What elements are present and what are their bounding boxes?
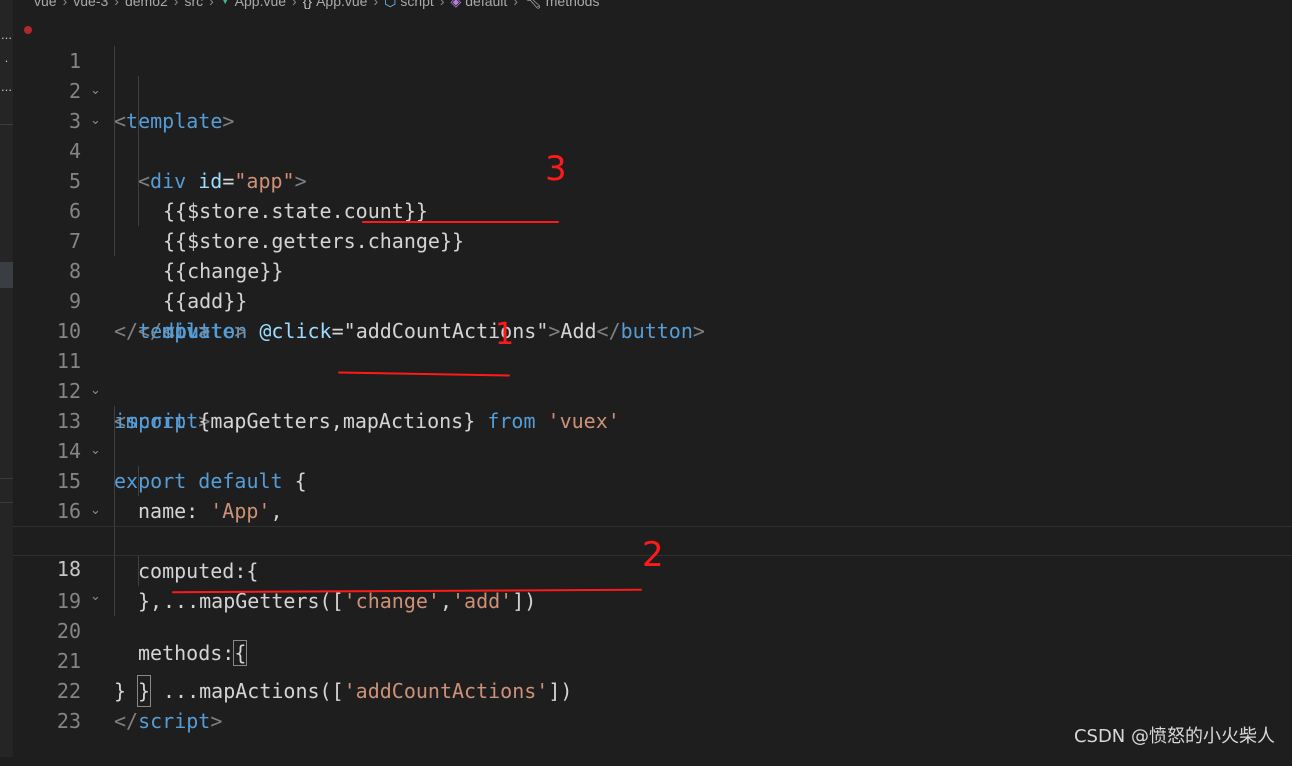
strip-divider [0,478,13,479]
indent-guide [138,556,139,586]
code-line[interactable]: 21 } [13,616,1292,703]
code-editor[interactable]: 1 ⌄ <template> 2 ⌄ <div id="app"> 3 {{$s… [13,16,1292,733]
module-icon: ⬡ [384,0,397,9]
breadcrumb-separator: › [373,0,379,9]
annotation-underline [362,221,559,223]
breadcrumb-item[interactable]: vue [34,0,57,9]
strip-divider [0,124,13,125]
indent-guide [114,466,115,496]
breadcrumb-separator: › [62,0,68,9]
indent-guide [114,226,115,256]
indent-guide [114,196,115,226]
cube-icon: ◈ [450,0,462,9]
code-line[interactable]: 17 }, [13,496,1292,613]
code-line[interactable]: 9 </template> [13,256,1292,343]
breadcrumb: vue › vue-3 › demo2 › src › ▼ App.vue › … [34,0,599,9]
code-line[interactable]: 12 import {mapGetters,mapActions} from '… [13,346,1292,433]
indent-guide [114,556,115,586]
annotation-number-1: 1 [495,317,515,352]
braces-icon: {} [302,0,313,9]
indent-guide [138,166,139,196]
breadcrumb-item[interactable]: script [400,0,433,9]
code-line[interactable]: 16 ...mapGetters(['change','add']) [13,466,1292,613]
code-text: </script> [114,709,223,733]
breadcrumb-item[interactable]: methods [546,0,600,9]
indent-guide [138,106,139,136]
code-line[interactable]: 13 ⌄ export default { [13,376,1292,493]
indent-guide [114,586,115,616]
breadcrumb-separator: › [513,0,518,9]
code-line[interactable]: 5 {{change}} [13,136,1292,283]
strip-divider [0,502,13,503]
breadcrumb-separator: › [292,0,297,9]
breadcrumb-item[interactable]: src [184,0,203,9]
annotation-number-3: 3 [545,149,567,189]
breadcrumb-separator: › [173,0,179,9]
breadcrumb-separator: › [114,0,119,9]
breadcrumb-item[interactable]: App.vue [316,0,367,9]
indent-guide [138,466,139,496]
code-line[interactable]: 3 {{$store.state.count}} [13,76,1292,223]
indent-guide [114,496,115,526]
code-line[interactable]: 8 </div> [13,226,1292,343]
indent-guide [114,106,115,136]
activity-bar: … · … [0,0,13,757]
indent-guide [114,406,115,436]
vue-file-icon: ▼ [219,0,231,7]
activity-marker[interactable]: · [0,56,13,68]
code-line[interactable]: 23 [13,676,1292,733]
breadcrumb-item[interactable]: demo2 [125,0,168,9]
code-line[interactable]: 6 {{add}} [13,166,1292,313]
indent-guide [114,527,115,555]
code-line[interactable]: 7 <button @click="addCountActions">Add</… [13,196,1292,343]
code-line[interactable]: 1 ⌄ <template> [13,16,1292,133]
code-line[interactable]: 10 [13,286,1292,343]
code-line[interactable]: 11 ⌄ <script> [13,316,1292,433]
breadcrumb-item[interactable]: App.vue [235,0,286,9]
activity-marker[interactable]: … [0,82,13,94]
breadcrumb-item[interactable]: default [465,0,507,9]
line-number: 23 [56,709,81,733]
indent-guide [138,196,139,226]
indent-guide [138,76,139,106]
code-line[interactable]: 14 name: 'App', [13,406,1292,523]
indent-guide [114,76,115,106]
indent-guide [114,166,115,196]
strip-active-item[interactable] [0,262,13,288]
wrench-icon: 🔧︎ [523,0,542,9]
annotation-number-2: 2 [642,535,664,575]
breadcrumb-item[interactable]: vue-3 [73,0,108,9]
breadcrumb-separator: › [209,0,214,9]
code-line[interactable]: 15 ⌄ computed:{ [13,436,1292,583]
indent-guide [138,136,139,166]
breadcrumb-separator: › [439,0,445,9]
indent-guide [114,136,115,166]
code-line[interactable]: 4 {{$store.getters.change}} [13,106,1292,253]
code-line[interactable]: 22 </script> [13,646,1292,733]
watermark: CSDN @愤怒的小火柴人 [1073,726,1275,747]
indent-guide [114,46,115,76]
indent-guide [114,436,115,466]
activity-marker[interactable]: … [0,30,13,42]
code-line[interactable]: 2 ⌄ <div id="app"> [13,46,1292,193]
